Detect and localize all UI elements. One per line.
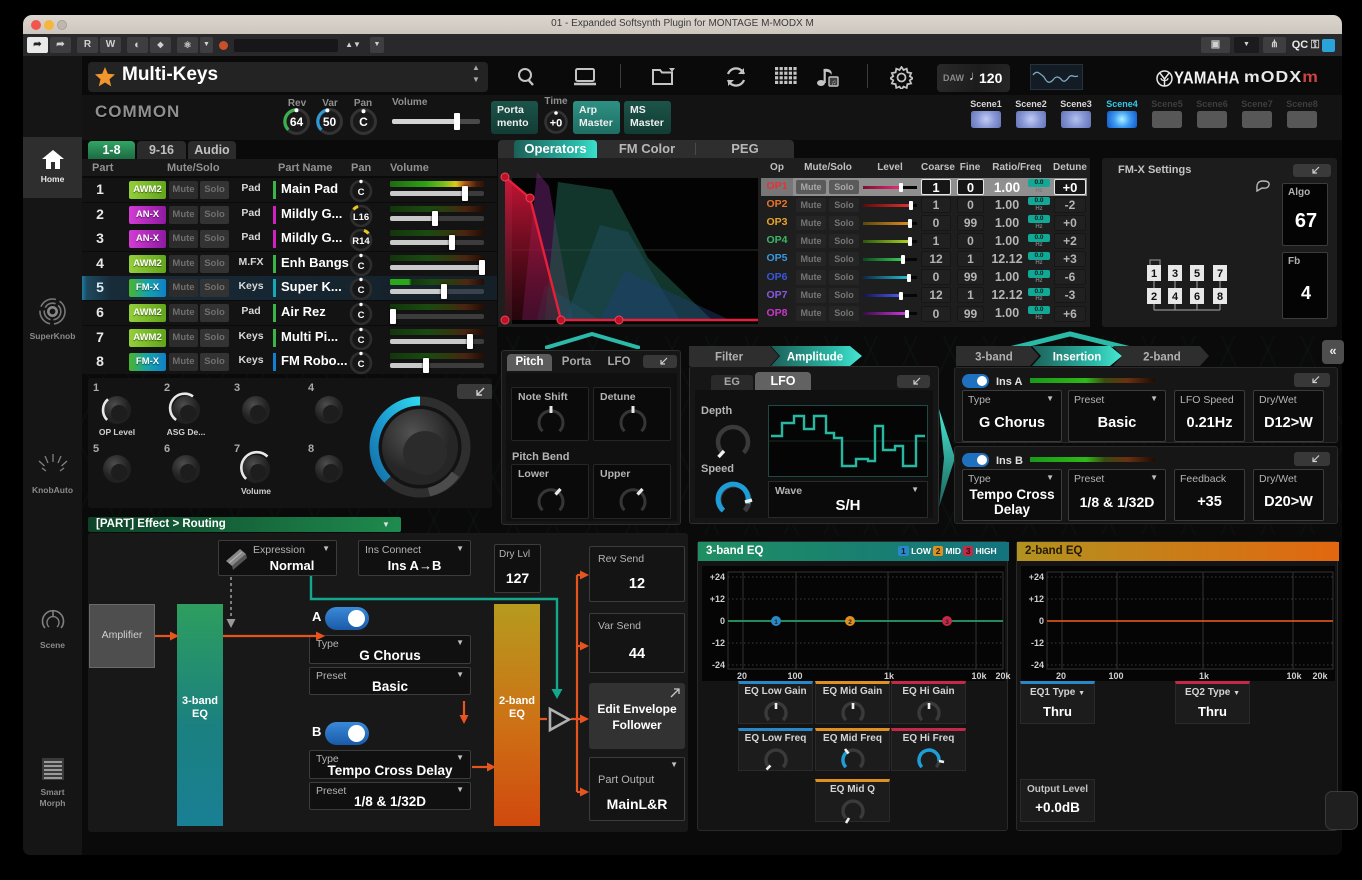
svg-text:4: 4 xyxy=(1172,291,1179,303)
svg-text:C: C xyxy=(359,115,368,129)
svg-text:1: 1 xyxy=(774,619,778,626)
svg-text:ASG De...: ASG De... xyxy=(167,427,206,437)
svg-text:7: 7 xyxy=(234,443,240,455)
svg-text:Amplitude: Amplitude xyxy=(787,352,843,364)
svg-text:7: 7 xyxy=(1217,268,1223,280)
svg-text:+12: +12 xyxy=(710,594,725,604)
svg-text:-12: -12 xyxy=(712,638,725,648)
svg-text:20: 20 xyxy=(1056,671,1066,681)
svg-text:8: 8 xyxy=(1217,291,1223,303)
svg-text:1: 1 xyxy=(1151,268,1157,280)
svg-text:3: 3 xyxy=(1172,268,1178,280)
svg-text:R14: R14 xyxy=(352,236,370,247)
svg-text:5: 5 xyxy=(1194,268,1200,280)
svg-text:3: 3 xyxy=(234,382,240,394)
svg-text:2: 2 xyxy=(1151,291,1157,303)
svg-text:C: C xyxy=(358,335,365,346)
svg-text:64: 64 xyxy=(290,115,304,129)
svg-text:3-band: 3-band xyxy=(975,352,1013,364)
svg-text:Insertion: Insertion xyxy=(1053,352,1102,364)
svg-text:0: 0 xyxy=(720,616,725,626)
svg-text:Volume: Volume xyxy=(241,486,271,496)
svg-text:5: 5 xyxy=(93,443,99,455)
svg-text:C: C xyxy=(358,285,365,296)
svg-text:-24: -24 xyxy=(1031,660,1044,670)
svg-text:2-band: 2-band xyxy=(1143,352,1181,364)
svg-text:1k: 1k xyxy=(1199,671,1210,681)
svg-text:10k: 10k xyxy=(971,671,987,681)
svg-text:50: 50 xyxy=(323,115,337,129)
svg-text:8: 8 xyxy=(308,443,314,455)
svg-text:3: 3 xyxy=(945,619,949,626)
svg-text:C: C xyxy=(358,261,365,272)
svg-text:100: 100 xyxy=(787,671,802,681)
svg-text:20k: 20k xyxy=(1312,671,1328,681)
svg-text:-12: -12 xyxy=(1031,638,1044,648)
svg-text:Filter: Filter xyxy=(715,352,744,364)
svg-text:OP Level: OP Level xyxy=(99,427,135,437)
svg-text:2: 2 xyxy=(848,619,852,626)
svg-text:-24: -24 xyxy=(712,660,725,670)
svg-text:6: 6 xyxy=(164,443,170,455)
svg-text:+12: +12 xyxy=(1029,594,1044,604)
svg-text:+24: +24 xyxy=(710,572,725,582)
svg-text:+0: +0 xyxy=(550,118,563,130)
svg-text:10k: 10k xyxy=(1286,671,1302,681)
svg-text:4: 4 xyxy=(308,382,315,394)
svg-text:1k: 1k xyxy=(884,671,895,681)
svg-text:C: C xyxy=(358,310,365,321)
svg-text:0: 0 xyxy=(1039,616,1044,626)
svg-text:C: C xyxy=(358,187,365,198)
svg-text:C: C xyxy=(358,359,365,370)
svg-text:20k: 20k xyxy=(995,671,1011,681)
svg-text:6: 6 xyxy=(1194,291,1200,303)
svg-text:20: 20 xyxy=(737,671,747,681)
svg-text:L16: L16 xyxy=(353,212,369,223)
svg-text:♫: ♫ xyxy=(831,80,836,87)
svg-text:2: 2 xyxy=(164,382,170,394)
svg-text:100: 100 xyxy=(1108,671,1123,681)
svg-text:1: 1 xyxy=(93,382,99,394)
svg-text:+24: +24 xyxy=(1029,572,1044,582)
